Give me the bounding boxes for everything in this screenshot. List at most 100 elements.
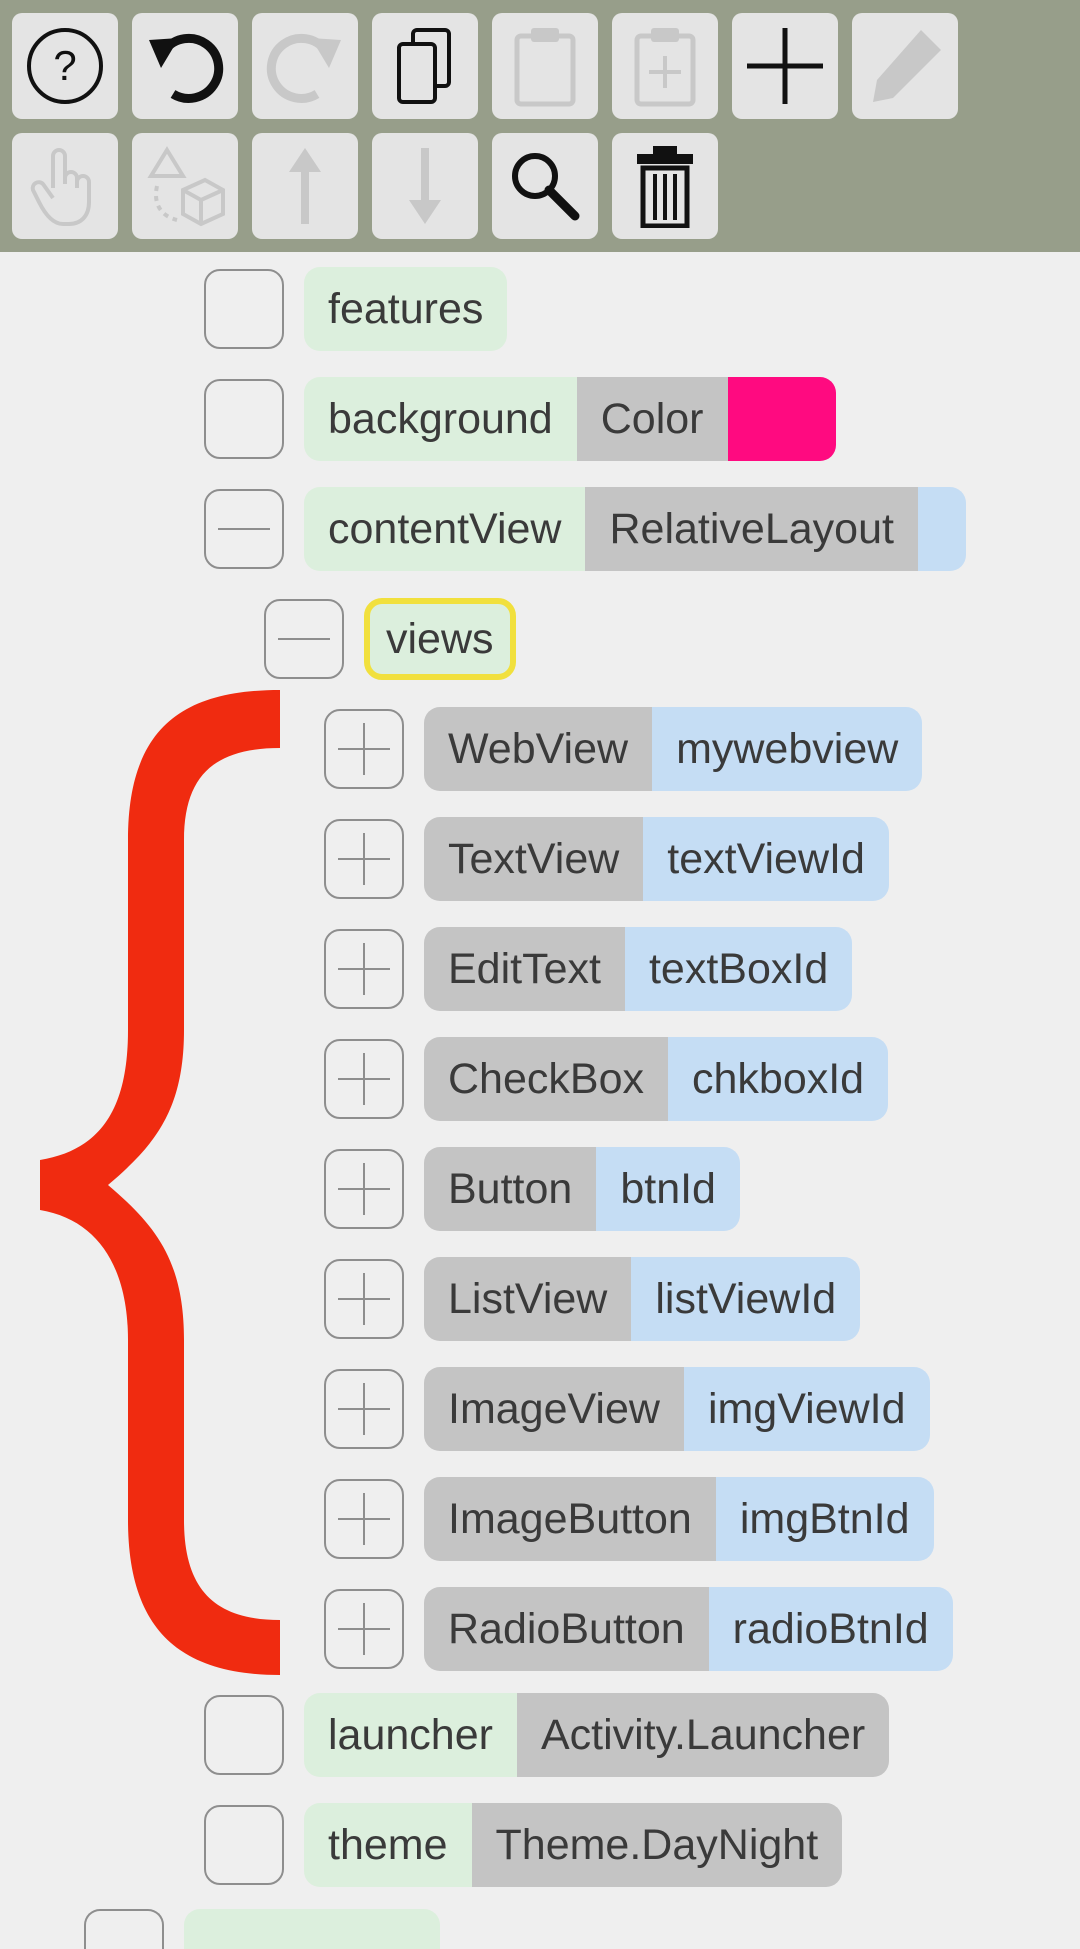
view-id: textViewId bbox=[643, 817, 889, 901]
collapse-toggle[interactable] bbox=[264, 599, 344, 679]
view-id: imgViewId bbox=[683, 1367, 930, 1451]
expand-toggle[interactable] bbox=[204, 1695, 284, 1775]
expand-toggle[interactable] bbox=[324, 819, 404, 899]
node-pill[interactable]: EditText textBoxId bbox=[424, 927, 853, 1011]
plus-icon bbox=[338, 1273, 390, 1325]
move-down-button[interactable] bbox=[372, 133, 478, 239]
view-id: chkboxId bbox=[667, 1037, 889, 1121]
move-up-button[interactable] bbox=[252, 133, 358, 239]
plus-icon bbox=[338, 1383, 390, 1435]
search-icon bbox=[512, 153, 580, 221]
tree-row-views: views bbox=[264, 597, 516, 681]
paste-add-button[interactable] bbox=[612, 13, 718, 119]
plus-icon bbox=[338, 1493, 390, 1545]
expand-toggle[interactable] bbox=[324, 1259, 404, 1339]
plus-icon bbox=[338, 1163, 390, 1215]
plus-icon bbox=[338, 723, 390, 775]
copy-button[interactable] bbox=[372, 13, 478, 119]
tree-row-child-view: RadioButton radioBtnId bbox=[324, 1587, 953, 1671]
node-pill[interactable]: TextView textViewId bbox=[424, 817, 889, 901]
tree-row-contentview: contentView RelativeLayout bbox=[204, 487, 966, 571]
expand-toggle[interactable] bbox=[204, 1805, 284, 1885]
expand-toggle[interactable] bbox=[84, 1909, 164, 1949]
redo-icon bbox=[266, 33, 341, 103]
expand-toggle[interactable] bbox=[324, 1039, 404, 1119]
arrow-down-icon bbox=[409, 148, 441, 224]
expand-toggle[interactable] bbox=[324, 1369, 404, 1449]
transform-button[interactable] bbox=[132, 133, 238, 239]
tree-row-launcher: launcher Activity.Launcher bbox=[204, 1693, 890, 1777]
view-id: btnId bbox=[596, 1147, 740, 1231]
tree-row-child-view: EditText textBoxId bbox=[324, 927, 853, 1011]
expand-toggle[interactable] bbox=[324, 929, 404, 1009]
tree-row-child-view: TextView textViewId bbox=[324, 817, 889, 901]
expand-toggle[interactable] bbox=[324, 1149, 404, 1229]
expand-toggle[interactable] bbox=[204, 269, 284, 349]
node-pill[interactable]: theme Theme.DayNight bbox=[304, 1803, 843, 1887]
plus-icon bbox=[338, 1603, 390, 1655]
node-name: launcher bbox=[304, 1693, 517, 1777]
toolbar: ? bbox=[0, 0, 1080, 252]
node-name: background bbox=[304, 377, 577, 461]
view-id: listViewId bbox=[631, 1257, 861, 1341]
node-type: RelativeLayout bbox=[585, 487, 918, 571]
paste-button[interactable] bbox=[492, 13, 598, 119]
node-pill[interactable]: launcher Activity.Launcher bbox=[304, 1693, 890, 1777]
plus-icon bbox=[338, 943, 390, 995]
color-swatch[interactable] bbox=[727, 377, 836, 461]
plus-icon bbox=[338, 833, 390, 885]
add-button[interactable] bbox=[732, 13, 838, 119]
help-icon: ? bbox=[27, 28, 103, 104]
undo-icon bbox=[149, 33, 224, 103]
brace-annotation bbox=[40, 690, 280, 1675]
expand-toggle[interactable] bbox=[204, 379, 284, 459]
tree-row-child-view: ImageButton imgBtnId bbox=[324, 1477, 934, 1561]
expand-toggle[interactable] bbox=[324, 1589, 404, 1669]
node-pill[interactable]: RadioButton radioBtnId bbox=[424, 1587, 953, 1671]
copy-icon bbox=[397, 28, 451, 104]
node-name: theme bbox=[304, 1803, 472, 1887]
view-type: ListView bbox=[424, 1257, 632, 1341]
view-id: textBoxId bbox=[624, 927, 853, 1011]
tree-row-child-view: CheckBox chkboxId bbox=[324, 1037, 889, 1121]
node-name-selected[interactable]: views bbox=[364, 598, 516, 680]
view-type: WebView bbox=[424, 707, 653, 791]
pencil-icon bbox=[873, 30, 941, 102]
node-type: Activity.Launcher bbox=[516, 1693, 890, 1777]
node-pill[interactable]: ImageButton imgBtnId bbox=[424, 1477, 934, 1561]
node-pill[interactable] bbox=[184, 1909, 440, 1949]
tree-row-background: background Color bbox=[204, 377, 836, 461]
node-pill[interactable]: features bbox=[304, 267, 508, 351]
select-button[interactable] bbox=[12, 133, 118, 239]
tree-row-child-view: ListView listViewId bbox=[324, 1257, 861, 1341]
svg-text:?: ? bbox=[53, 42, 76, 89]
hand-pointer-icon bbox=[30, 148, 91, 226]
node-name: contentView bbox=[304, 487, 586, 571]
node-type: Theme.DayNight bbox=[471, 1803, 843, 1887]
view-type: RadioButton bbox=[424, 1587, 709, 1671]
undo-button[interactable] bbox=[132, 13, 238, 119]
node-pill[interactable]: WebView mywebview bbox=[424, 707, 923, 791]
edit-button[interactable] bbox=[852, 13, 958, 119]
minus-icon bbox=[278, 638, 330, 640]
view-id: mywebview bbox=[652, 707, 923, 791]
redo-button[interactable] bbox=[252, 13, 358, 119]
help-button[interactable]: ? bbox=[12, 13, 118, 119]
search-button[interactable] bbox=[492, 133, 598, 239]
node-pill[interactable]: Button btnId bbox=[424, 1147, 740, 1231]
node-pill[interactable]: background Color bbox=[304, 377, 836, 461]
node-pill[interactable]: CheckBox chkboxId bbox=[424, 1037, 889, 1121]
expand-toggle[interactable] bbox=[324, 1479, 404, 1559]
delete-button[interactable] bbox=[612, 133, 718, 239]
view-id: imgBtnId bbox=[715, 1477, 934, 1561]
collapse-toggle[interactable] bbox=[204, 489, 284, 569]
expand-toggle[interactable] bbox=[324, 709, 404, 789]
plus-icon bbox=[338, 1053, 390, 1105]
view-type: CheckBox bbox=[424, 1037, 668, 1121]
paste-add-icon bbox=[634, 28, 696, 107]
node-pill[interactable]: ImageView imgViewId bbox=[424, 1367, 930, 1451]
node-pill[interactable]: ListView listViewId bbox=[424, 1257, 861, 1341]
tree-row-child-view: WebView mywebview bbox=[324, 707, 923, 791]
node-pill[interactable]: contentView RelativeLayout bbox=[304, 487, 966, 571]
view-type: Button bbox=[424, 1147, 597, 1231]
